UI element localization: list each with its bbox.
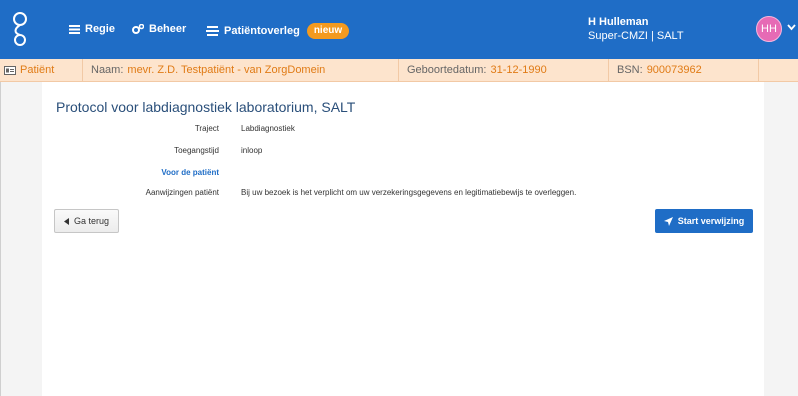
patient-name-value: mevr. Z.D. Testpatiënt - van ZorgDomein <box>127 64 326 76</box>
location-arrow-icon <box>663 216 673 226</box>
user-info[interactable]: H Hulleman Super-CMZI | SALT <box>588 15 684 43</box>
page-title: Protocol voor labdiagnostiek laboratoriu… <box>56 99 356 115</box>
new-badge: nieuw <box>306 23 350 39</box>
toegangstijd-label: Toegangstijd <box>174 146 219 155</box>
instructions-label: Aanwijzingen patiënt <box>145 188 219 197</box>
chevron-down-icon[interactable] <box>787 23 796 31</box>
nav-patientoverleg-label: Patiëntoverleg <box>224 25 300 37</box>
user-name: H Hulleman <box>588 16 649 28</box>
caret-left-icon <box>63 217 69 225</box>
patient-dob: Geboortedatum: 31-12-1990 <box>398 59 608 81</box>
left-gutter <box>0 82 42 396</box>
nav-patientoverleg[interactable]: Patiëntoverleg nieuw <box>206 23 350 39</box>
right-gutter <box>764 82 798 396</box>
nav-regie-label: Regie <box>85 23 115 35</box>
patient-bar-spacer <box>758 59 798 81</box>
patient-dob-value: 31-12-1990 <box>490 64 547 76</box>
transfer-icon <box>206 25 219 36</box>
section-heading: Voor de patiënt <box>161 168 219 177</box>
id-card-icon <box>4 65 16 75</box>
back-button[interactable]: Ga terug <box>54 209 119 233</box>
patient-name-label: Naam: <box>91 64 124 76</box>
top-navigation-bar: Regie Beheer Patiëntoverleg nieuw H Hull… <box>0 0 798 59</box>
start-referral-button[interactable]: Start verwijzing <box>655 209 753 233</box>
user-role: Super-CMZI | SALT <box>588 30 684 42</box>
avatar[interactable]: HH <box>756 16 782 42</box>
nav-beheer[interactable]: Beheer <box>132 23 186 35</box>
toegangstijd-value: inloop <box>241 146 263 155</box>
patient-bsn: BSN: 900073962 <box>608 59 758 81</box>
nav-beheer-label: Beheer <box>149 23 187 35</box>
app-logo-icon[interactable] <box>9 11 31 47</box>
instructions-value: Bij uw bezoek is het verplicht om uw ver… <box>241 188 577 197</box>
gears-icon <box>132 24 144 34</box>
patient-bsn-label: BSN: <box>617 64 643 76</box>
traject-label: Traject <box>194 124 219 133</box>
traject-value: Labdiagnostiek <box>241 124 295 133</box>
back-button-label: Ga terug <box>73 216 110 226</box>
patient-tab[interactable]: Patiënt <box>0 59 82 81</box>
nav-regie[interactable]: Regie <box>69 23 115 35</box>
start-referral-label: Start verwijzing <box>677 216 745 226</box>
patient-name: Naam: mevr. Z.D. Testpatiënt - van ZorgD… <box>82 59 398 81</box>
patient-tab-label: Patiënt <box>20 64 55 76</box>
patient-bar: Patiënt Naam: mevr. Z.D. Testpatiënt - v… <box>0 59 798 82</box>
patient-dob-label: Geboortedatum: <box>407 64 487 76</box>
main-content: Protocol voor labdiagnostiek laboratoriu… <box>42 82 764 396</box>
patient-bsn-value: 900073962 <box>646 64 702 76</box>
list-icon <box>69 24 80 34</box>
